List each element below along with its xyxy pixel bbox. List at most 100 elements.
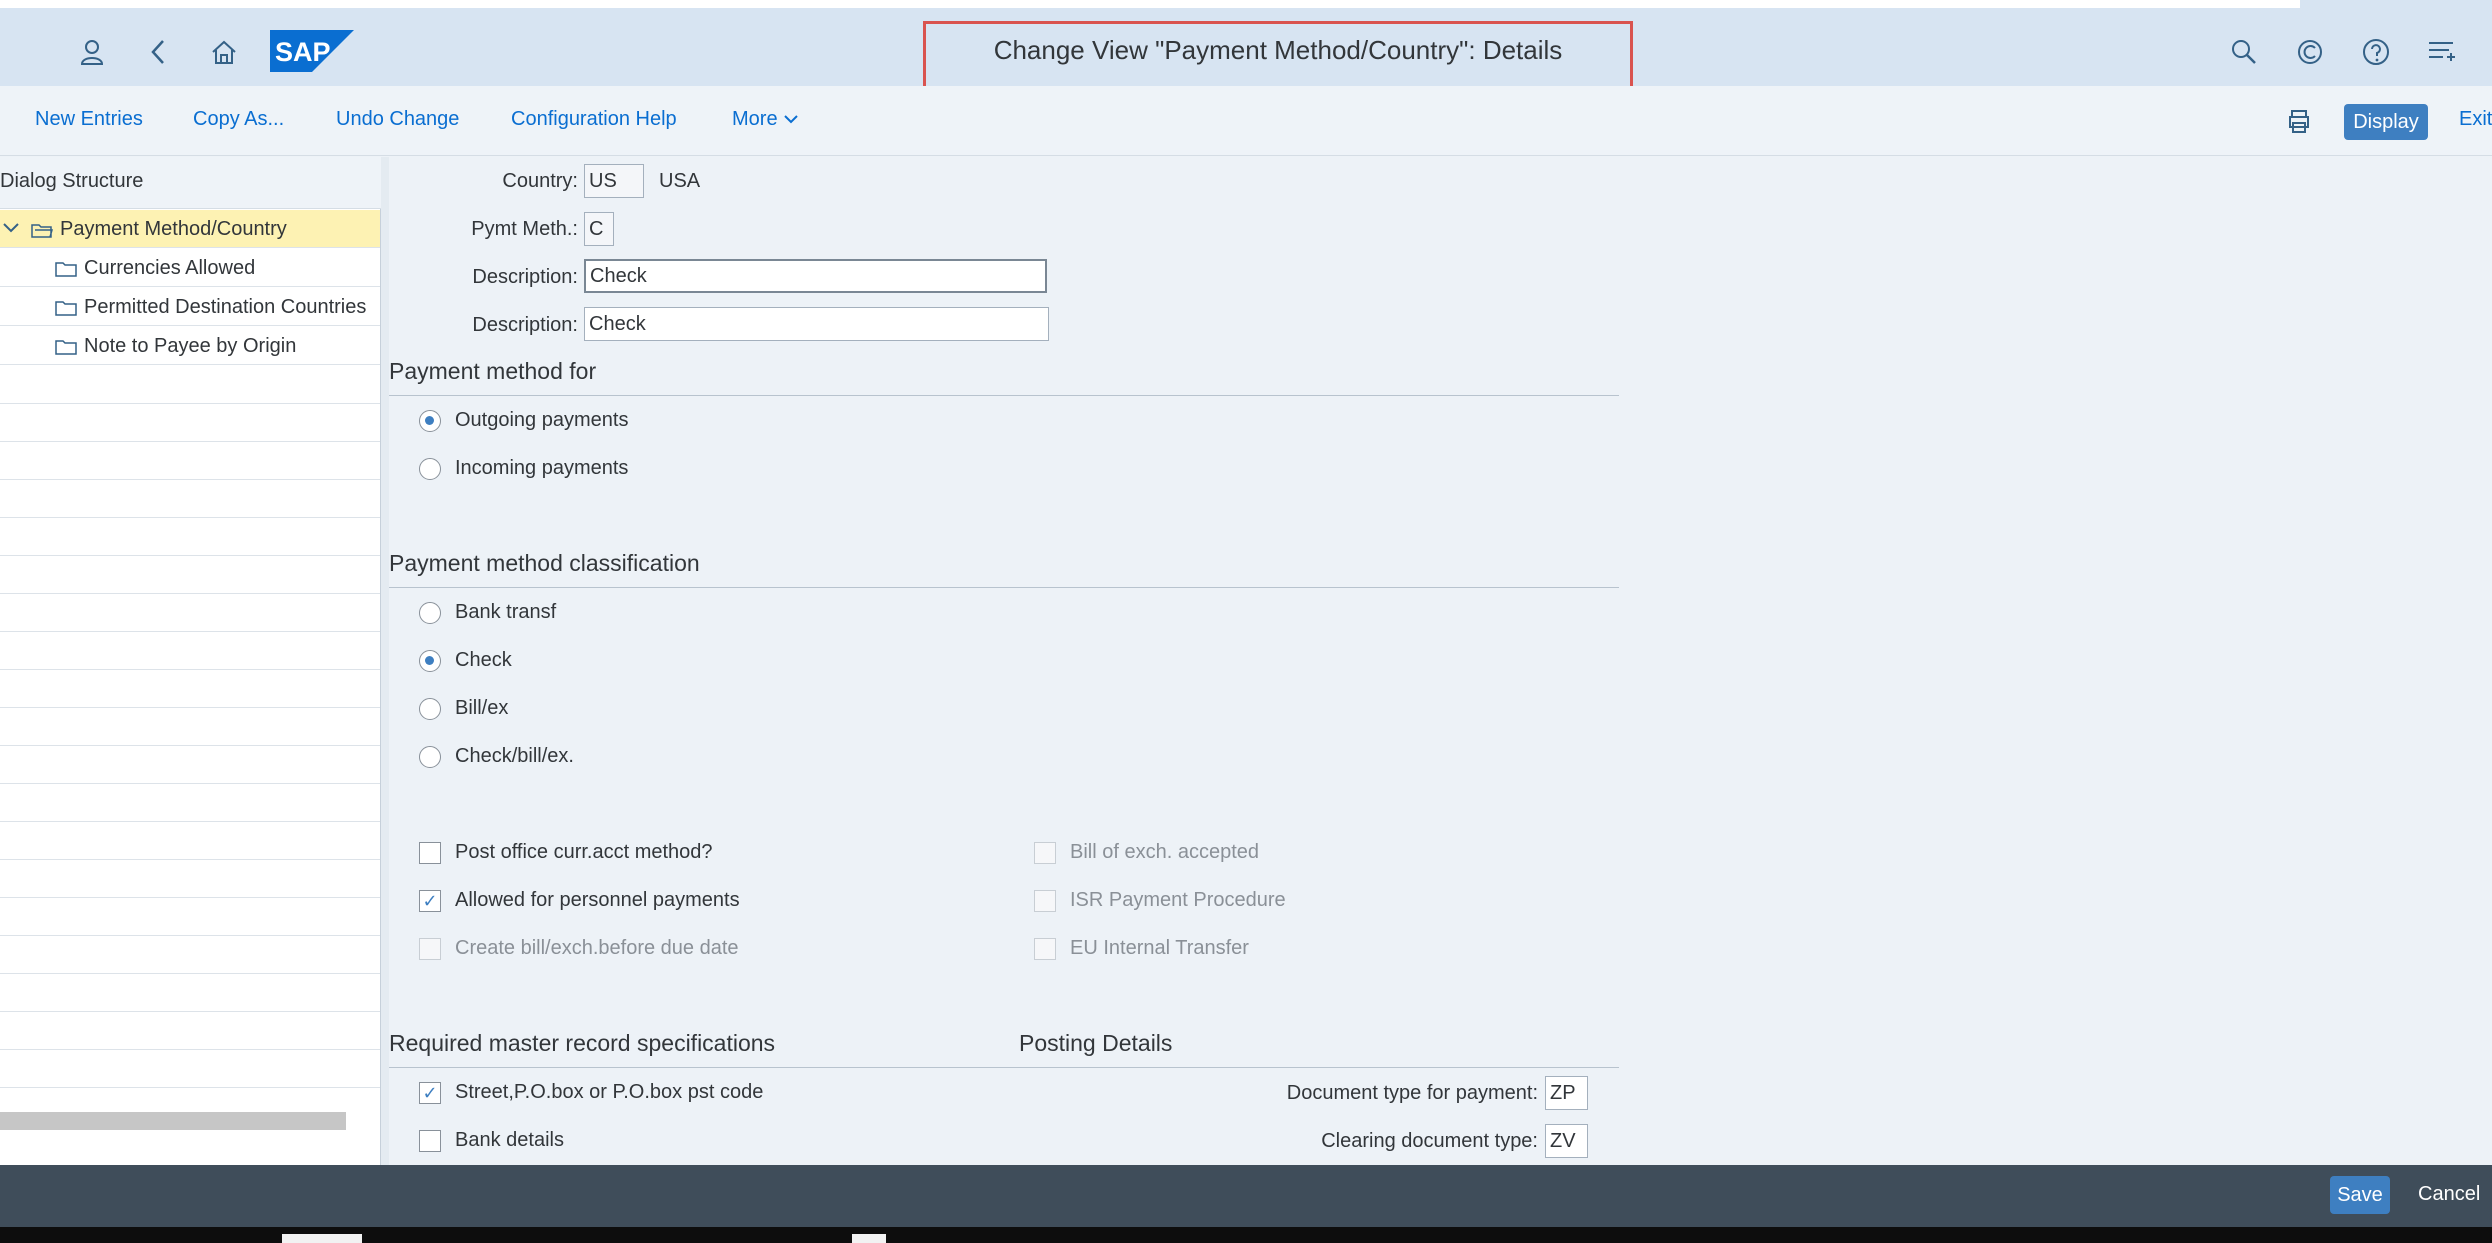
tree-empty-row xyxy=(0,822,380,860)
pymt-meth-field[interactable] xyxy=(584,212,614,246)
tree-empty-row xyxy=(0,1050,380,1088)
radio-check-bill-ex[interactable] xyxy=(419,746,441,768)
help-icon[interactable] xyxy=(2352,28,2400,76)
tree-horizontal-scrollbar[interactable] xyxy=(0,1112,346,1130)
tree-empty-row xyxy=(0,594,380,632)
description-label-2: Description: xyxy=(472,314,578,336)
copy-as-button[interactable]: Copy As... xyxy=(193,108,284,131)
more-button[interactable]: More xyxy=(732,108,799,131)
print-icon[interactable] xyxy=(2286,108,2312,139)
configuration-help-button[interactable]: Configuration Help xyxy=(511,108,677,131)
sap-logo[interactable]: SAP xyxy=(270,30,354,72)
open-folder-icon xyxy=(31,224,53,238)
panel-splitter[interactable] xyxy=(381,157,389,1165)
chevron-down-icon[interactable] xyxy=(2,222,20,234)
radio-label: Check/bill/ex. xyxy=(455,745,574,767)
tree-empty-row xyxy=(0,442,380,480)
radio-incoming-payments[interactable] xyxy=(419,458,441,480)
section-divider xyxy=(389,395,1619,396)
tree-item-label: Payment Method/Country xyxy=(60,218,287,240)
checkbox-bank-details[interactable] xyxy=(419,1130,441,1152)
tree-empty-row xyxy=(0,670,380,708)
more-label: More xyxy=(732,108,778,130)
section-title-classification: Payment method classification xyxy=(389,550,700,576)
tree-empty-row xyxy=(0,784,380,822)
description-field-2[interactable] xyxy=(584,307,1049,341)
tree-item-currencies-allowed[interactable]: Currencies Allowed xyxy=(0,249,380,287)
user-icon[interactable] xyxy=(68,28,116,76)
tree-empty-row xyxy=(0,556,380,594)
description-field[interactable] xyxy=(584,259,1047,293)
description-label: Description: xyxy=(472,266,578,288)
tree-empty-row xyxy=(0,480,380,518)
tree-item-payment-method-country[interactable]: Payment Method/Country xyxy=(0,210,380,248)
checkbox-label: Allowed for personnel payments xyxy=(455,889,740,911)
browser-strip xyxy=(0,0,2300,8)
checkbox-bill-of-exch-accepted xyxy=(1034,842,1056,864)
checkbox-isr-payment-procedure xyxy=(1034,890,1056,912)
tree-item-permitted-destination-countries[interactable]: Permitted Destination Countries xyxy=(0,288,380,326)
checkbox-label: EU Internal Transfer xyxy=(1070,937,1249,959)
tree-empty-row xyxy=(0,936,380,974)
notifications-icon[interactable] xyxy=(2418,28,2466,76)
tree-item-label: Note to Payee by Origin xyxy=(84,335,297,357)
radio-label: Outgoing payments xyxy=(455,409,629,431)
checkbox-label: Bill of exch. accepted xyxy=(1070,841,1259,863)
radio-check[interactable] xyxy=(419,650,441,672)
tree-empty-row xyxy=(0,708,380,746)
checkbox-label: Street,P.O.box or P.O.box pst code xyxy=(455,1081,764,1103)
document-type-label: Document type for payment: xyxy=(1286,1082,1538,1104)
cancel-button[interactable]: Cancel xyxy=(2418,1183,2480,1206)
checkbox-allowed-personnel-payments[interactable]: ✓ xyxy=(419,890,441,912)
tree-empty-row xyxy=(0,632,380,670)
checkbox-label: Create bill/exch.before due date xyxy=(455,937,739,959)
checkbox-eu-internal-transfer xyxy=(1034,938,1056,960)
clearing-document-type-field[interactable] xyxy=(1545,1124,1588,1158)
folder-icon xyxy=(55,301,77,316)
tree-item-label: Permitted Destination Countries xyxy=(84,296,367,318)
tree-item-note-to-payee-by-origin[interactable]: Note to Payee by Origin xyxy=(0,327,380,365)
display-button[interactable]: Display xyxy=(2344,104,2428,140)
checkbox-create-bill-exch xyxy=(419,938,441,960)
clearing-document-type-label: Clearing document type: xyxy=(1321,1130,1538,1152)
radio-label: Incoming payments xyxy=(455,457,629,479)
page-title: Change View "Payment Method/Country": De… xyxy=(993,34,1563,65)
country-field[interactable] xyxy=(584,164,644,198)
tree-empty-row xyxy=(0,404,380,442)
pymt-meth-label: Pymt Meth.: xyxy=(471,218,578,240)
tree-empty-row xyxy=(0,518,380,556)
tree-item-label: Currencies Allowed xyxy=(84,257,256,279)
checkbox-label: Bank details xyxy=(455,1129,564,1151)
tree-empty-row xyxy=(0,746,380,784)
taskbar-segment xyxy=(282,1234,362,1243)
tree-empty-row xyxy=(0,1012,380,1050)
checkbox-label: Post office curr.acct method? xyxy=(455,841,713,863)
country-label: Country: xyxy=(502,170,578,192)
search-icon[interactable] xyxy=(2220,28,2268,76)
section-divider xyxy=(389,587,1619,588)
radio-bill-ex[interactable] xyxy=(419,698,441,720)
checkbox-street-po-box[interactable]: ✓ xyxy=(419,1082,441,1104)
new-entries-button[interactable]: New Entries xyxy=(35,108,143,131)
document-type-field[interactable] xyxy=(1545,1076,1588,1110)
taskbar-strip xyxy=(0,1227,2492,1243)
radio-label: Check xyxy=(455,649,512,671)
back-icon[interactable] xyxy=(134,28,182,76)
undo-change-button[interactable]: Undo Change xyxy=(336,108,459,131)
copilot-icon[interactable] xyxy=(2286,28,2334,76)
folder-icon xyxy=(55,262,77,277)
radio-outgoing-payments[interactable] xyxy=(419,410,441,432)
radio-bank-transf[interactable] xyxy=(419,602,441,624)
section-title-payment-method-for: Payment method for xyxy=(389,358,597,384)
tree-empty-row xyxy=(0,898,380,936)
home-icon[interactable] xyxy=(200,28,248,76)
dialog-structure-title: Dialog Structure xyxy=(0,170,144,192)
tree-empty-row xyxy=(0,860,380,898)
save-button[interactable]: Save xyxy=(2330,1176,2390,1214)
checkbox-post-office-curr-acct[interactable] xyxy=(419,842,441,864)
radio-label: Bill/ex xyxy=(455,697,509,719)
checkbox-label: ISR Payment Procedure xyxy=(1070,889,1286,911)
section-title-master-record: Required master record specifications xyxy=(389,1030,776,1056)
chevron-down-icon xyxy=(784,115,798,124)
exit-button[interactable]: Exit xyxy=(2459,108,2492,131)
